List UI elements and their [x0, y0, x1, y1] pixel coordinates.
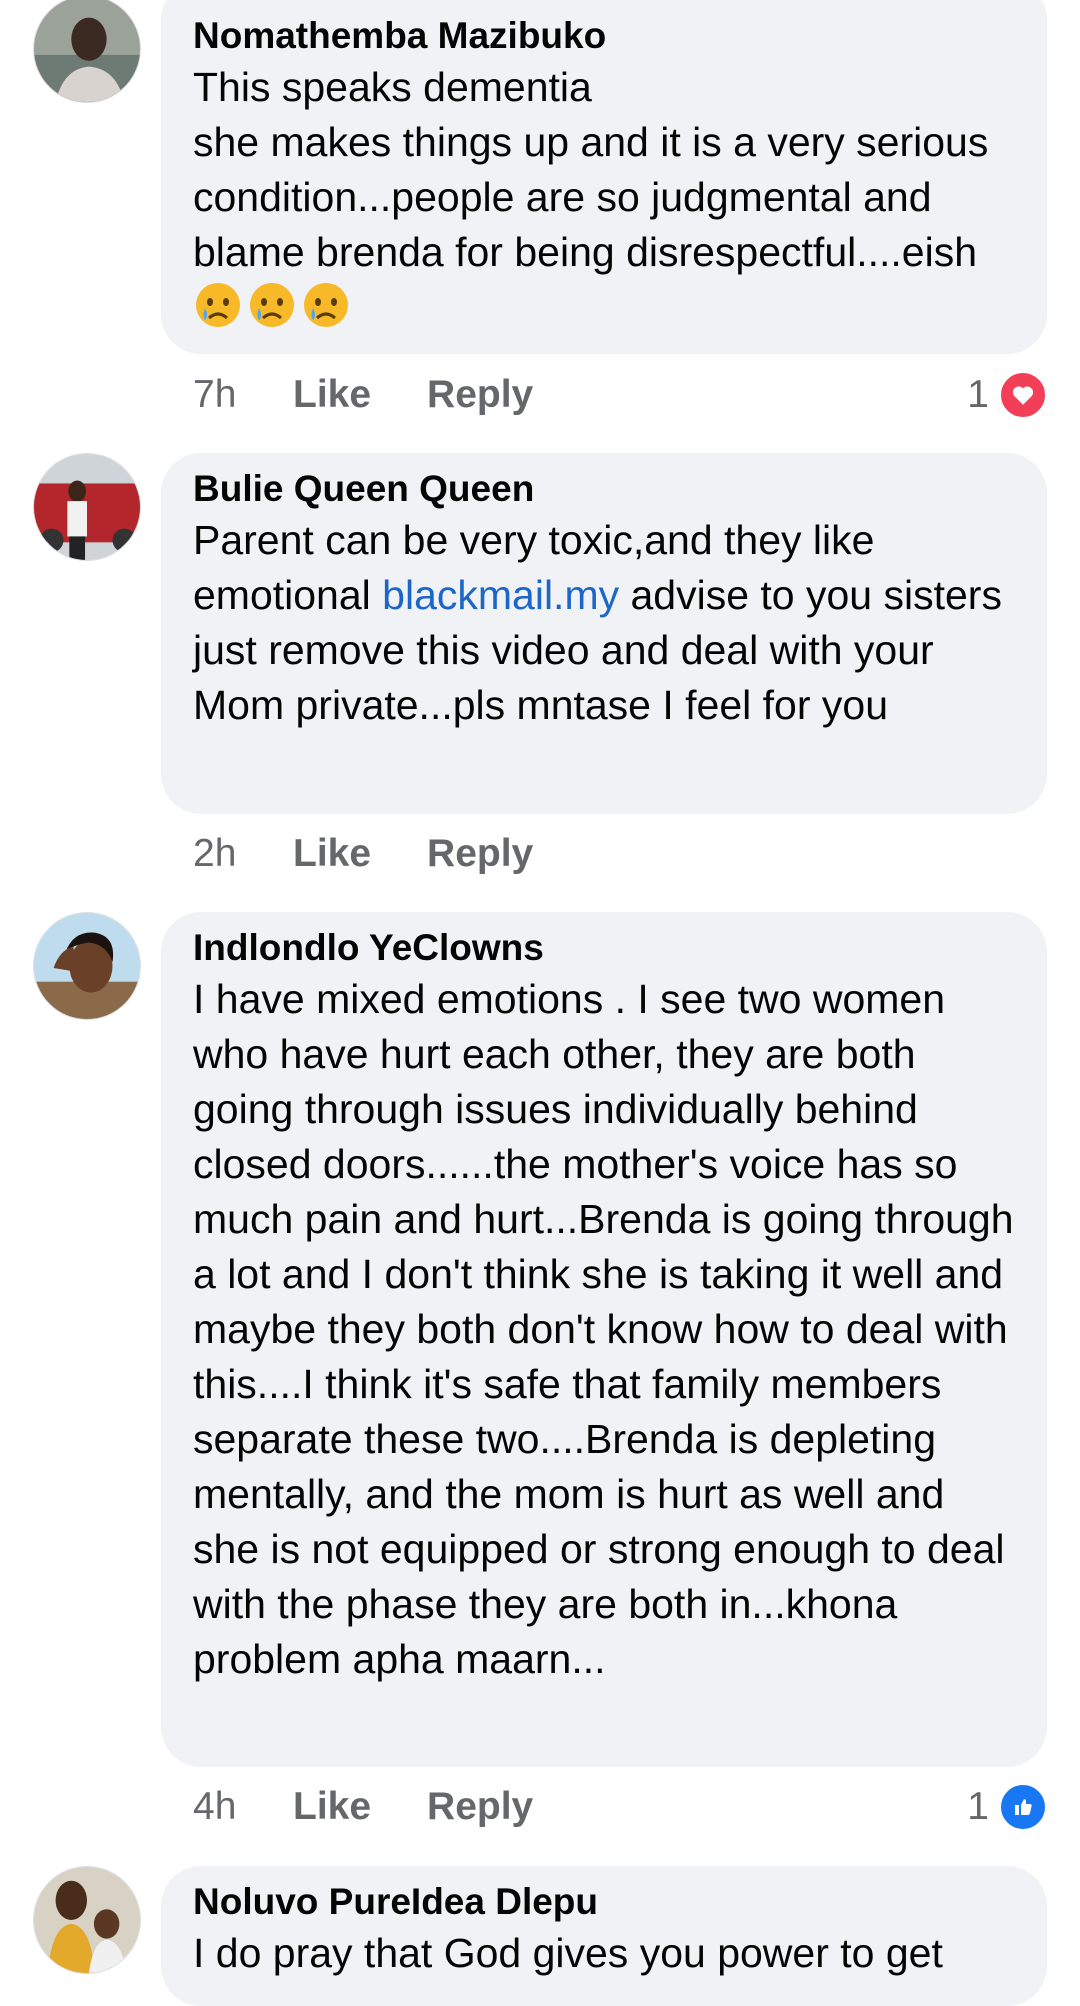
reaction-count: 1: [967, 373, 989, 416]
thumbs-up-icon: [999, 1783, 1047, 1831]
avatar-photo: [34, 454, 140, 560]
comment-bubble: Bulie Queen Queen Parent can be very tox…: [161, 453, 1047, 814]
comment-bubble: Noluvo PureIdea Dlepu I do pray that God…: [161, 1866, 1047, 2006]
comment-text: I have mixed emotions . I see two women …: [193, 976, 1014, 1682]
avatar[interactable]: [33, 912, 141, 1020]
heart-icon: [999, 371, 1047, 419]
comment-text: Parent can be very toxic,and they like e…: [193, 513, 1015, 733]
reply-button[interactable]: Reply: [427, 832, 533, 876]
comment-link[interactable]: blackmail.my: [382, 572, 619, 618]
comment-actions: 2h Like Reply: [193, 829, 589, 879]
reaction-summary[interactable]: 1: [967, 1782, 1047, 1832]
reply-button[interactable]: Reply: [427, 1785, 533, 1829]
like-button[interactable]: Like: [293, 373, 371, 417]
comment-author[interactable]: Indlondlo YeClowns: [193, 926, 1015, 970]
comment-text: This speaks dementia she makes things up…: [193, 60, 1015, 336]
comment-actions: 4h Like Reply: [193, 1782, 589, 1832]
comment-text: I do pray that God gives you power to ge…: [193, 1930, 943, 1976]
avatar-photo: [34, 1867, 140, 1973]
avatar[interactable]: [33, 1866, 141, 1974]
reply-button[interactable]: Reply: [427, 373, 533, 417]
crying-face-icon: [193, 280, 243, 330]
comment-timestamp[interactable]: 7h: [193, 373, 293, 417]
comment-bubble: Nomathemba Mazibuko This speaks dementia…: [161, 0, 1047, 354]
reaction-count: 1: [967, 1785, 989, 1828]
comment-text-body: This speaks dementia she makes things up…: [193, 64, 989, 275]
reaction-summary[interactable]: 1: [967, 370, 1047, 420]
comment-timestamp[interactable]: 4h: [193, 1785, 293, 1829]
comment-actions: 7h Like Reply: [193, 370, 589, 420]
comment-timestamp[interactable]: 2h: [193, 832, 293, 876]
comment-bubble: Indlondlo YeClowns I have mixed emotions…: [161, 912, 1047, 1767]
avatar[interactable]: [33, 453, 141, 561]
avatar-photo: [34, 0, 140, 102]
comment-author[interactable]: Bulie Queen Queen: [193, 467, 1015, 511]
like-button[interactable]: Like: [293, 832, 371, 876]
comment-author[interactable]: Noluvo PureIdea Dlepu: [193, 1880, 1015, 1924]
comment-author[interactable]: Nomathemba Mazibuko: [193, 14, 1015, 58]
like-button[interactable]: Like: [293, 1785, 371, 1829]
crying-face-icon: [247, 280, 297, 330]
crying-face-icon: [301, 280, 351, 330]
avatar[interactable]: [33, 0, 141, 103]
avatar-photo: [34, 913, 140, 1019]
